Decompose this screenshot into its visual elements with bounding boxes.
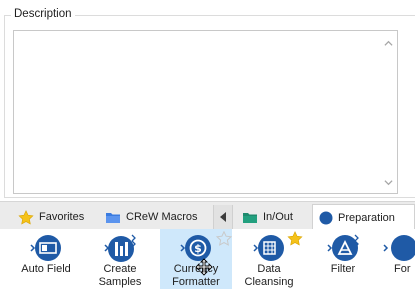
folder-blue-icon: [106, 212, 120, 223]
tab-crew-macros[interactable]: CReW Macros: [99, 205, 204, 229]
chevron-left-icon: [220, 212, 226, 222]
description-legend: Description: [11, 8, 75, 20]
tool-formula[interactable]: For: [380, 229, 415, 289]
tool-auto-field-label: Auto Field: [21, 263, 71, 275]
filter-icon: [327, 234, 359, 261]
tab-crew-macros-label: CReW Macros: [126, 211, 198, 223]
tool-create-samples-label: Create Samples: [98, 263, 142, 288]
tool-create-samples[interactable]: Create Samples: [88, 229, 152, 289]
formula-icon: [383, 235, 415, 261]
tool-palette-tabbar: Favorites CReW Macros In/Out Preparation: [0, 201, 415, 231]
svg-text:$: $: [194, 242, 202, 255]
folder-green-icon: [243, 212, 257, 223]
tab-in-out[interactable]: In/Out: [236, 205, 299, 229]
tab-favorites[interactable]: Favorites: [12, 205, 90, 229]
description-textarea[interactable]: [13, 30, 398, 194]
data-cleansing-icon: [253, 235, 284, 261]
tool-data-cleansing[interactable]: Data Cleansing: [236, 229, 303, 289]
scroll-down-arrow-icon[interactable]: [384, 178, 393, 187]
description-scrollbar[interactable]: [380, 31, 397, 193]
tab-preparation[interactable]: Preparation: [312, 204, 415, 231]
star-icon: [18, 209, 34, 224]
tab-preparation-label: Preparation: [338, 212, 395, 224]
scroll-up-arrow-icon[interactable]: [384, 39, 393, 48]
favorite-star-filled-icon[interactable]: [287, 231, 303, 246]
tool-filter[interactable]: Filter: [311, 229, 375, 289]
move-cursor-icon: [195, 258, 213, 276]
tab-in-out-label: In/Out: [263, 211, 293, 223]
circle-blue-icon: [319, 211, 333, 225]
auto-field-icon: [30, 235, 61, 261]
tab-scroll-left-button[interactable]: [213, 205, 233, 229]
tool-filter-label: Filter: [330, 263, 356, 275]
create-samples-icon: [104, 234, 136, 262]
tool-auto-field[interactable]: Auto Field: [14, 229, 78, 289]
tool-data-cleansing-label: Data Cleansing: [244, 263, 294, 288]
favorite-star-outline-icon[interactable]: [216, 231, 232, 246]
tool-formula-label: For: [394, 263, 411, 275]
tab-favorites-label: Favorites: [39, 211, 85, 223]
